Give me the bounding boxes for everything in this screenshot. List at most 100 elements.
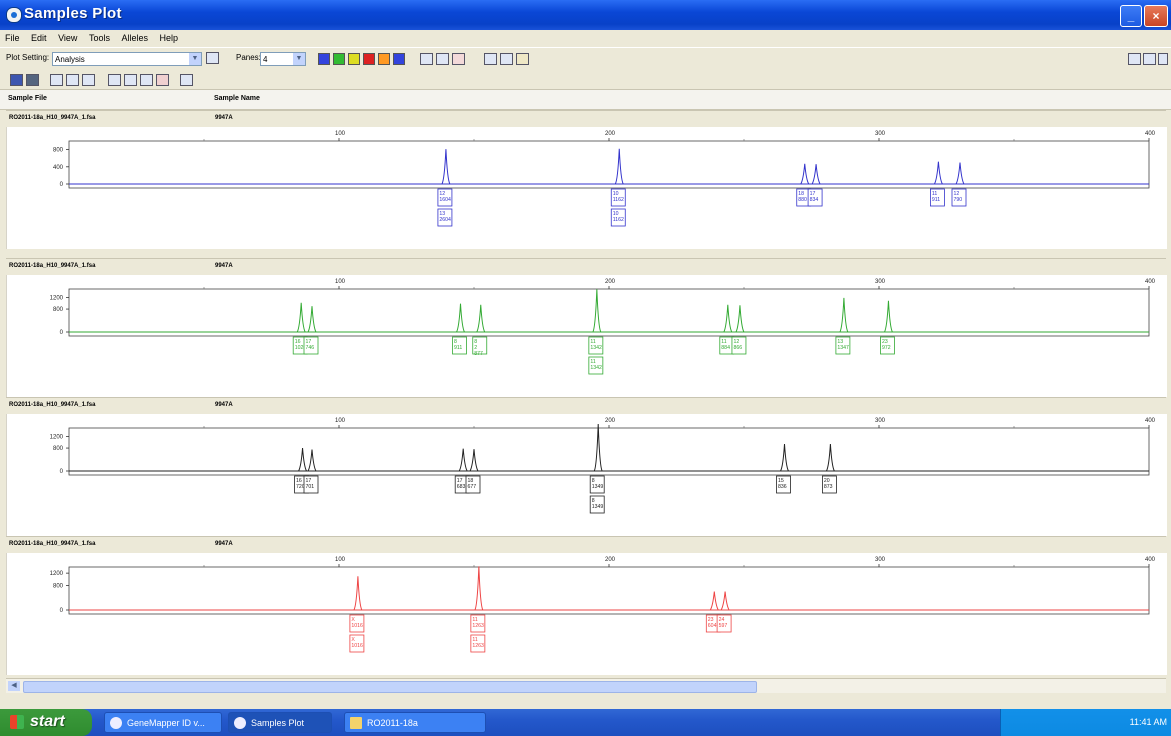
electropherogram-panel[interactable]: 100 200 300 400 1200 800 0 16 720 17 701 17 683 18 677… [6, 414, 1167, 536]
taskbar-item-folder[interactable]: RO2011-18a [344, 712, 486, 733]
peak[interactable] [307, 306, 317, 333]
chevron-down-icon[interactable]: ▼ [293, 53, 305, 65]
blue-dye-icon[interactable] [318, 53, 330, 65]
electropherogram-panel[interactable]: 100 200 300 400 1200 800 0 X 1016 X 1016 11 1263 11 12… [6, 553, 1167, 675]
allele-label[interactable]: 12866 [731, 336, 747, 355]
allele-label[interactable]: 17834 [807, 188, 823, 207]
layout-1-icon[interactable] [1128, 53, 1141, 65]
scroll-left-icon[interactable]: ◀ [8, 681, 20, 691]
allele-label[interactable]: 20873 [822, 475, 837, 494]
allele-label[interactable]: 12790 [951, 188, 967, 207]
peak[interactable] [883, 300, 893, 333]
allele-label[interactable]: 24597 [716, 614, 732, 633]
peak[interactable] [720, 591, 730, 611]
peak[interactable] [592, 289, 602, 333]
allele-label[interactable]: 17701 [303, 475, 319, 494]
all-dyes-icon[interactable] [393, 53, 405, 65]
peak[interactable] [458, 448, 468, 472]
peak[interactable] [307, 449, 317, 472]
allele-label[interactable]: 132604 [437, 208, 453, 227]
peak[interactable] [441, 149, 451, 185]
peak[interactable] [955, 162, 965, 185]
allele-label[interactable]: 111342 [588, 356, 604, 375]
peak[interactable] [933, 161, 943, 185]
allele-label[interactable]: 82877 [472, 336, 488, 357]
filter-icon[interactable] [140, 74, 153, 86]
plot-settings-editor-icon[interactable] [206, 52, 219, 64]
allele-label[interactable]: 111263 [470, 614, 486, 633]
peak[interactable] [476, 304, 486, 333]
allele-label[interactable]: 23972 [880, 336, 895, 355]
peak[interactable] [780, 444, 789, 472]
peak[interactable] [469, 449, 479, 472]
menu-help[interactable]: Help [155, 30, 183, 43]
grid-view-icon[interactable] [436, 53, 449, 65]
peak[interactable] [735, 305, 745, 333]
peak[interactable] [800, 163, 810, 185]
align-right-icon[interactable] [82, 74, 95, 86]
zoom-out-icon[interactable] [26, 74, 39, 86]
allele-label[interactable]: 121604 [437, 188, 453, 207]
menu-file[interactable]: File [0, 30, 24, 43]
green-dye-icon[interactable] [333, 53, 345, 65]
align-left-icon[interactable] [50, 74, 63, 86]
peak[interactable] [353, 576, 363, 611]
plot-setting-select[interactable]: Analysis ▼ [52, 52, 202, 66]
allele-label[interactable]: 18677 [465, 475, 481, 494]
red-dye-icon[interactable] [363, 53, 375, 65]
label-icon[interactable] [108, 74, 121, 86]
bins-icon[interactable] [484, 53, 497, 65]
peak[interactable] [811, 164, 821, 185]
delete-icon[interactable] [156, 74, 169, 86]
layout-3-icon[interactable] [1158, 53, 1168, 65]
peak[interactable] [593, 423, 603, 472]
taskbar-item-genemapper[interactable]: GeneMapper ID v... [104, 712, 222, 733]
yellow-dye-icon[interactable] [348, 53, 360, 65]
peak[interactable] [296, 302, 306, 333]
layout-2-icon[interactable] [1143, 53, 1156, 65]
allele-label[interactable]: 111263 [470, 634, 486, 653]
minimize-button[interactable]: _ [1120, 5, 1142, 27]
scrollbar-thumb[interactable] [23, 681, 757, 693]
start-button[interactable]: start [0, 709, 92, 736]
allele-label[interactable]: 11911 [930, 188, 945, 207]
peak[interactable] [456, 303, 465, 333]
allele-label[interactable]: 131347 [835, 336, 851, 355]
menu-tools[interactable]: Tools [84, 30, 114, 43]
allele-label[interactable]: X1016 [349, 634, 365, 653]
peak-view-icon[interactable] [452, 53, 465, 65]
table-view-icon[interactable] [420, 53, 433, 65]
peak[interactable] [839, 297, 849, 333]
allele-label[interactable]: 101162 [610, 208, 626, 227]
peak[interactable] [474, 566, 484, 611]
chevron-down-icon[interactable]: ▼ [189, 53, 201, 65]
allele-label[interactable]: 111342 [588, 336, 604, 355]
allele-label[interactable]: X1016 [349, 614, 365, 633]
peak[interactable] [614, 148, 624, 185]
menu-alleles[interactable]: Alleles [116, 30, 152, 43]
align-center-icon[interactable] [66, 74, 79, 86]
print-icon[interactable] [180, 74, 193, 86]
allele-label[interactable]: 81349 [589, 495, 605, 514]
peak[interactable] [298, 448, 307, 472]
peak[interactable] [825, 444, 835, 472]
close-button[interactable]: × [1144, 5, 1168, 27]
menu-edit[interactable]: Edit [26, 30, 51, 43]
markers-icon[interactable] [500, 53, 513, 65]
allele-label[interactable]: 101162 [610, 188, 626, 207]
electropherogram-panel[interactable]: 100 200 300 400 1200 800 0 16 1020 17 746 8 911 8 2 877… [6, 275, 1167, 397]
chart-icon[interactable] [124, 74, 137, 86]
allele-label[interactable]: 8911 [452, 336, 467, 355]
menu-view[interactable]: View [53, 30, 81, 43]
peak[interactable] [723, 304, 733, 333]
orange-dye-icon[interactable] [378, 53, 390, 65]
allele-label[interactable]: 17746 [303, 336, 319, 355]
allele-label[interactable]: 81349 [589, 475, 605, 494]
horizontal-scrollbar[interactable]: ◀ [6, 678, 1166, 693]
peak[interactable] [709, 591, 719, 611]
taskbar-item-samples-plot[interactable]: Samples Plot [228, 712, 332, 733]
edit-icon[interactable] [516, 53, 529, 65]
panes-select[interactable]: 4 ▼ [260, 52, 306, 66]
electropherogram-panel[interactable]: 100 200 300 400 800 400 0 12 1604 13 2604 10 1162 10 1… [6, 127, 1167, 249]
allele-label[interactable]: 15836 [776, 475, 791, 494]
